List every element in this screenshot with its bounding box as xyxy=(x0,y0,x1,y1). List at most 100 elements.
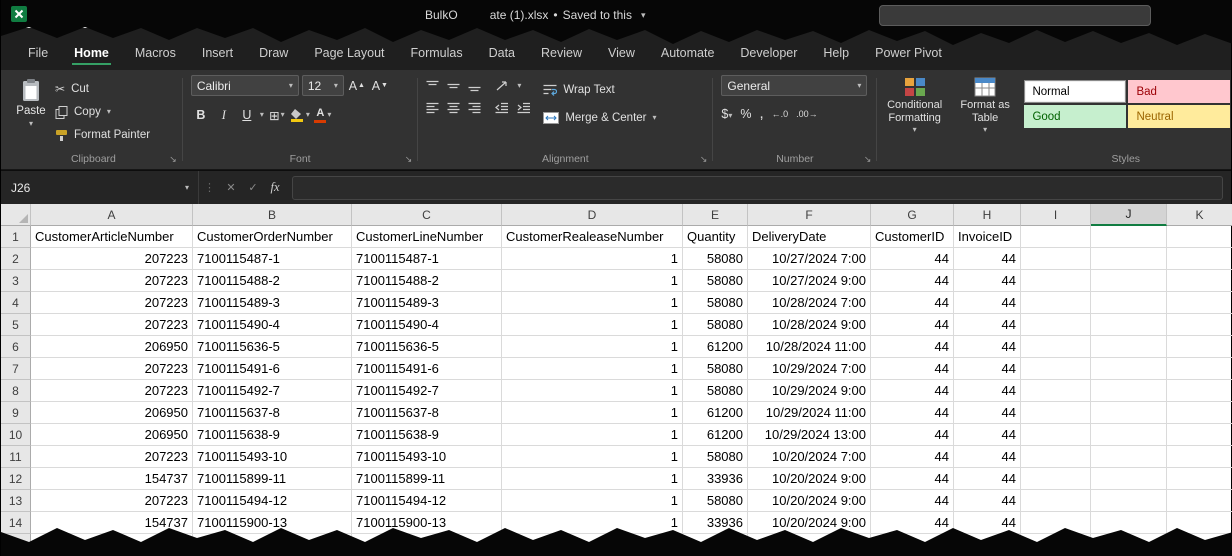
row-header-4[interactable]: 4 xyxy=(1,292,31,314)
align-right-icon[interactable] xyxy=(468,102,481,114)
formula-bar-grip-icon[interactable]: ⋮ xyxy=(199,181,220,194)
cell-E14[interactable]: 33936 xyxy=(683,512,748,534)
cell-E8[interactable]: 58080 xyxy=(683,380,748,402)
cell-D9[interactable]: 1 xyxy=(502,402,683,424)
cell-G8[interactable]: 44 xyxy=(871,380,954,402)
conditional-formatting-button[interactable]: Conditional Formatting ▾ xyxy=(882,77,948,169)
increase-indent-icon[interactable] xyxy=(517,102,531,114)
cell-J13[interactable] xyxy=(1091,490,1167,512)
cell-B11[interactable]: 7100115493-10 xyxy=(193,446,352,468)
column-header-E[interactable]: E xyxy=(683,204,748,226)
cell-B10[interactable]: 7100115638-9 xyxy=(193,424,352,446)
cell-K4[interactable] xyxy=(1167,292,1232,314)
cell-F14[interactable]: 10/20/2024 9:00 xyxy=(748,512,871,534)
row-header-11[interactable]: 11 xyxy=(1,446,31,468)
cell-J2[interactable] xyxy=(1091,248,1167,270)
decrease-indent-icon[interactable] xyxy=(495,102,509,114)
cell-E2[interactable]: 58080 xyxy=(683,248,748,270)
comma-style-button[interactable]: , xyxy=(759,105,763,122)
cell-B12[interactable]: 7100115899-11 xyxy=(193,468,352,490)
cell-F5[interactable]: 10/28/2024 9:00 xyxy=(748,314,871,336)
column-header-B[interactable]: B xyxy=(193,204,352,226)
cell-G10[interactable]: 44 xyxy=(871,424,954,446)
ribbon-tab-macros[interactable]: Macros xyxy=(122,46,189,70)
cell-K6[interactable] xyxy=(1167,336,1232,358)
cell-F6[interactable]: 10/28/2024 11:00 xyxy=(748,336,871,358)
cell-C5[interactable]: 7100115490-4 xyxy=(352,314,502,336)
cell-F12[interactable]: 10/20/2024 9:00 xyxy=(748,468,871,490)
clipboard-dialog-launcher-icon[interactable]: ↘ xyxy=(169,154,177,165)
cell-A11[interactable]: 207223 xyxy=(31,446,193,468)
cell-I10[interactable] xyxy=(1021,424,1091,446)
cell-E13[interactable]: 58080 xyxy=(683,490,748,512)
cell-J4[interactable] xyxy=(1091,292,1167,314)
ribbon-tab-view[interactable]: View xyxy=(595,46,648,70)
column-header-K[interactable]: K xyxy=(1167,204,1232,226)
cell-I11[interactable] xyxy=(1021,446,1091,468)
cell-H7[interactable]: 44 xyxy=(954,358,1021,380)
shrink-font-button[interactable]: A▼ xyxy=(370,76,390,96)
cell-K12[interactable] xyxy=(1167,468,1232,490)
cell-G12[interactable]: 44 xyxy=(871,468,954,490)
cell-K8[interactable] xyxy=(1167,380,1232,402)
cell-D14[interactable]: 1 xyxy=(502,512,683,534)
cell-J7[interactable] xyxy=(1091,358,1167,380)
cell-C7[interactable]: 7100115491-6 xyxy=(352,358,502,380)
cell-A1[interactable]: CustomerArticleNumber xyxy=(31,226,193,248)
font-size-combobox[interactable]: 12 ▾ xyxy=(302,75,344,96)
cell-A7[interactable]: 207223 xyxy=(31,358,193,380)
font-name-combobox[interactable]: Calibri ▾ xyxy=(191,75,299,96)
number-format-combobox[interactable]: General ▾ xyxy=(721,75,867,96)
column-header-G[interactable]: G xyxy=(871,204,954,226)
cell-H13[interactable]: 44 xyxy=(954,490,1021,512)
row-header-1[interactable]: 1 xyxy=(1,226,31,248)
cell-E6[interactable]: 61200 xyxy=(683,336,748,358)
row-header-6[interactable]: 6 xyxy=(1,336,31,358)
cell-B7[interactable]: 7100115491-6 xyxy=(193,358,352,380)
insert-function-button[interactable]: fx xyxy=(264,180,286,195)
cell-G6[interactable]: 44 xyxy=(871,336,954,358)
cell-D4[interactable]: 1 xyxy=(502,292,683,314)
cell-D8[interactable]: 1 xyxy=(502,380,683,402)
title-chevron-icon[interactable]: ▾ xyxy=(641,11,646,20)
cell-D7[interactable]: 1 xyxy=(502,358,683,380)
ribbon-tab-power-pivot[interactable]: Power Pivot xyxy=(862,46,955,70)
cell-I2[interactable] xyxy=(1021,248,1091,270)
cell-B5[interactable]: 7100115490-4 xyxy=(193,314,352,336)
cell-G7[interactable]: 44 xyxy=(871,358,954,380)
bold-button[interactable]: B xyxy=(191,105,211,125)
accounting-format-button[interactable]: $▾ xyxy=(721,107,732,121)
ribbon-tab-insert[interactable]: Insert xyxy=(189,46,246,70)
wrap-text-button[interactable]: Wrap Text xyxy=(543,80,656,99)
increase-decimal-button[interactable]: ←.0 xyxy=(772,109,789,119)
cell-I3[interactable] xyxy=(1021,270,1091,292)
cell-C10[interactable]: 7100115638-9 xyxy=(352,424,502,446)
cell-E3[interactable]: 58080 xyxy=(683,270,748,292)
cell-J14[interactable] xyxy=(1091,512,1167,534)
cell-A9[interactable]: 206950 xyxy=(31,402,193,424)
cell-A8[interactable]: 207223 xyxy=(31,380,193,402)
cell-J6[interactable] xyxy=(1091,336,1167,358)
cell-K10[interactable] xyxy=(1167,424,1232,446)
align-left-icon[interactable] xyxy=(426,102,439,114)
cell-B4[interactable]: 7100115489-3 xyxy=(193,292,352,314)
column-header-J[interactable]: J xyxy=(1091,204,1167,226)
cell-B13[interactable]: 7100115494-12 xyxy=(193,490,352,512)
format-painter-button[interactable]: Format Painter xyxy=(55,126,150,144)
cell-I13[interactable] xyxy=(1021,490,1091,512)
cell-J5[interactable] xyxy=(1091,314,1167,336)
cell-D6[interactable]: 1 xyxy=(502,336,683,358)
cell-H14[interactable]: 44 xyxy=(954,512,1021,534)
align-center-icon[interactable] xyxy=(447,102,460,114)
cell-K3[interactable] xyxy=(1167,270,1232,292)
cell-A4[interactable]: 207223 xyxy=(31,292,193,314)
column-header-D[interactable]: D xyxy=(502,204,683,226)
ribbon-tab-draw[interactable]: Draw xyxy=(246,46,301,70)
cell-K2[interactable] xyxy=(1167,248,1232,270)
underline-button[interactable]: U xyxy=(237,105,257,125)
column-header-C[interactable]: C xyxy=(352,204,502,226)
cell-A3[interactable]: 207223 xyxy=(31,270,193,292)
cell-G3[interactable]: 44 xyxy=(871,270,954,292)
cell-A10[interactable]: 206950 xyxy=(31,424,193,446)
cell-style-good[interactable]: Good xyxy=(1024,105,1126,128)
